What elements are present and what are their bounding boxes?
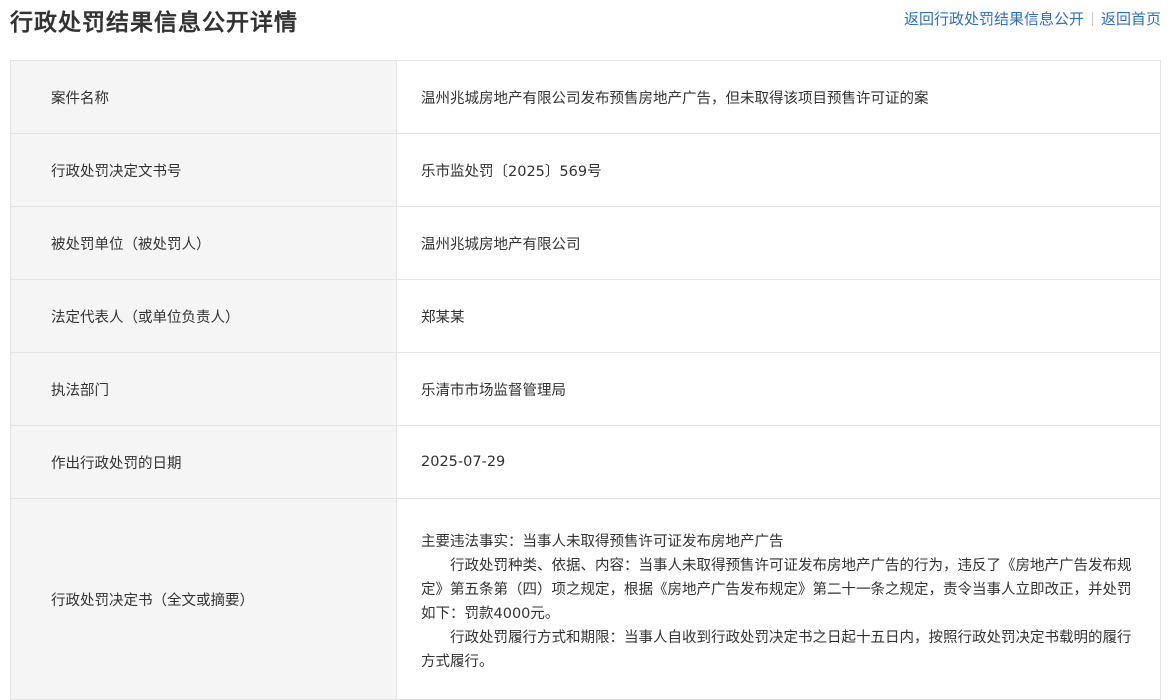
- row-decision: 行政处罚决定书（全文或摘要） 主要违法事实：当事人未取得预售许可证发布房地产广告…: [10, 498, 1161, 700]
- penalty-date-value: 2025-07-29: [396, 425, 1161, 499]
- page-title: 行政处罚结果信息公开详情: [10, 10, 298, 36]
- decision-paragraph-fulfillment: 行政处罚履行方式和期限：当事人自收到行政处罚决定书之日起十五日内，按照行政处罚决…: [421, 630, 1132, 670]
- detail-table: 案件名称 温州兆城房地产有限公司发布预售房地产广告，但未取得该项目预售许可证的案…: [10, 60, 1161, 700]
- back-to-list-link[interactable]: 返回行政处罚结果信息公开: [904, 8, 1084, 29]
- penalized-party-label: 被处罚单位（被处罚人）: [10, 206, 397, 280]
- row-document-number: 行政处罚决定文书号 乐市监处罚〔2025〕569号: [10, 133, 1161, 207]
- enforcement-department-label: 执法部门: [10, 352, 397, 426]
- penalized-party-value: 温州兆城房地产有限公司: [396, 206, 1161, 280]
- header-nav: 返回行政处罚结果信息公开 返回首页: [904, 8, 1161, 29]
- decision-label: 行政处罚决定书（全文或摘要）: [10, 498, 397, 700]
- decision-text: 主要违法事实：当事人未取得预售许可证发布房地产广告 行政处罚种类、依据、内容：当…: [421, 524, 1132, 674]
- row-legal-representative: 法定代表人（或单位负责人） 郑某某: [10, 279, 1161, 353]
- decision-paragraph-penalty: 行政处罚种类、依据、内容：当事人未取得预售许可证发布房地产广告的行为，违反了《房…: [421, 558, 1132, 622]
- legal-representative-label: 法定代表人（或单位负责人）: [10, 279, 397, 353]
- page-header: 行政处罚结果信息公开详情 返回行政处罚结果信息公开 返回首页: [0, 0, 1173, 40]
- decision-value: 主要违法事实：当事人未取得预售许可证发布房地产广告 行政处罚种类、依据、内容：当…: [396, 498, 1161, 700]
- row-case-name: 案件名称 温州兆城房地产有限公司发布预售房地产广告，但未取得该项目预售许可证的案: [10, 60, 1161, 134]
- decision-paragraph-facts: 主要违法事实：当事人未取得预售许可证发布房地产广告: [421, 534, 784, 550]
- document-number-value: 乐市监处罚〔2025〕569号: [396, 133, 1161, 207]
- case-name-label: 案件名称: [10, 60, 397, 134]
- case-name-value: 温州兆城房地产有限公司发布预售房地产广告，但未取得该项目预售许可证的案: [396, 60, 1161, 134]
- enforcement-department-value: 乐清市市场监督管理局: [396, 352, 1161, 426]
- nav-divider: [1091, 11, 1093, 26]
- document-number-label: 行政处罚决定文书号: [10, 133, 397, 207]
- row-penalized-party: 被处罚单位（被处罚人） 温州兆城房地产有限公司: [10, 206, 1161, 280]
- row-penalty-date: 作出行政处罚的日期 2025-07-29: [10, 425, 1161, 499]
- back-to-home-link[interactable]: 返回首页: [1101, 8, 1161, 29]
- legal-representative-value: 郑某某: [396, 279, 1161, 353]
- row-enforcement-department: 执法部门 乐清市市场监督管理局: [10, 352, 1161, 426]
- penalty-date-label: 作出行政处罚的日期: [10, 425, 397, 499]
